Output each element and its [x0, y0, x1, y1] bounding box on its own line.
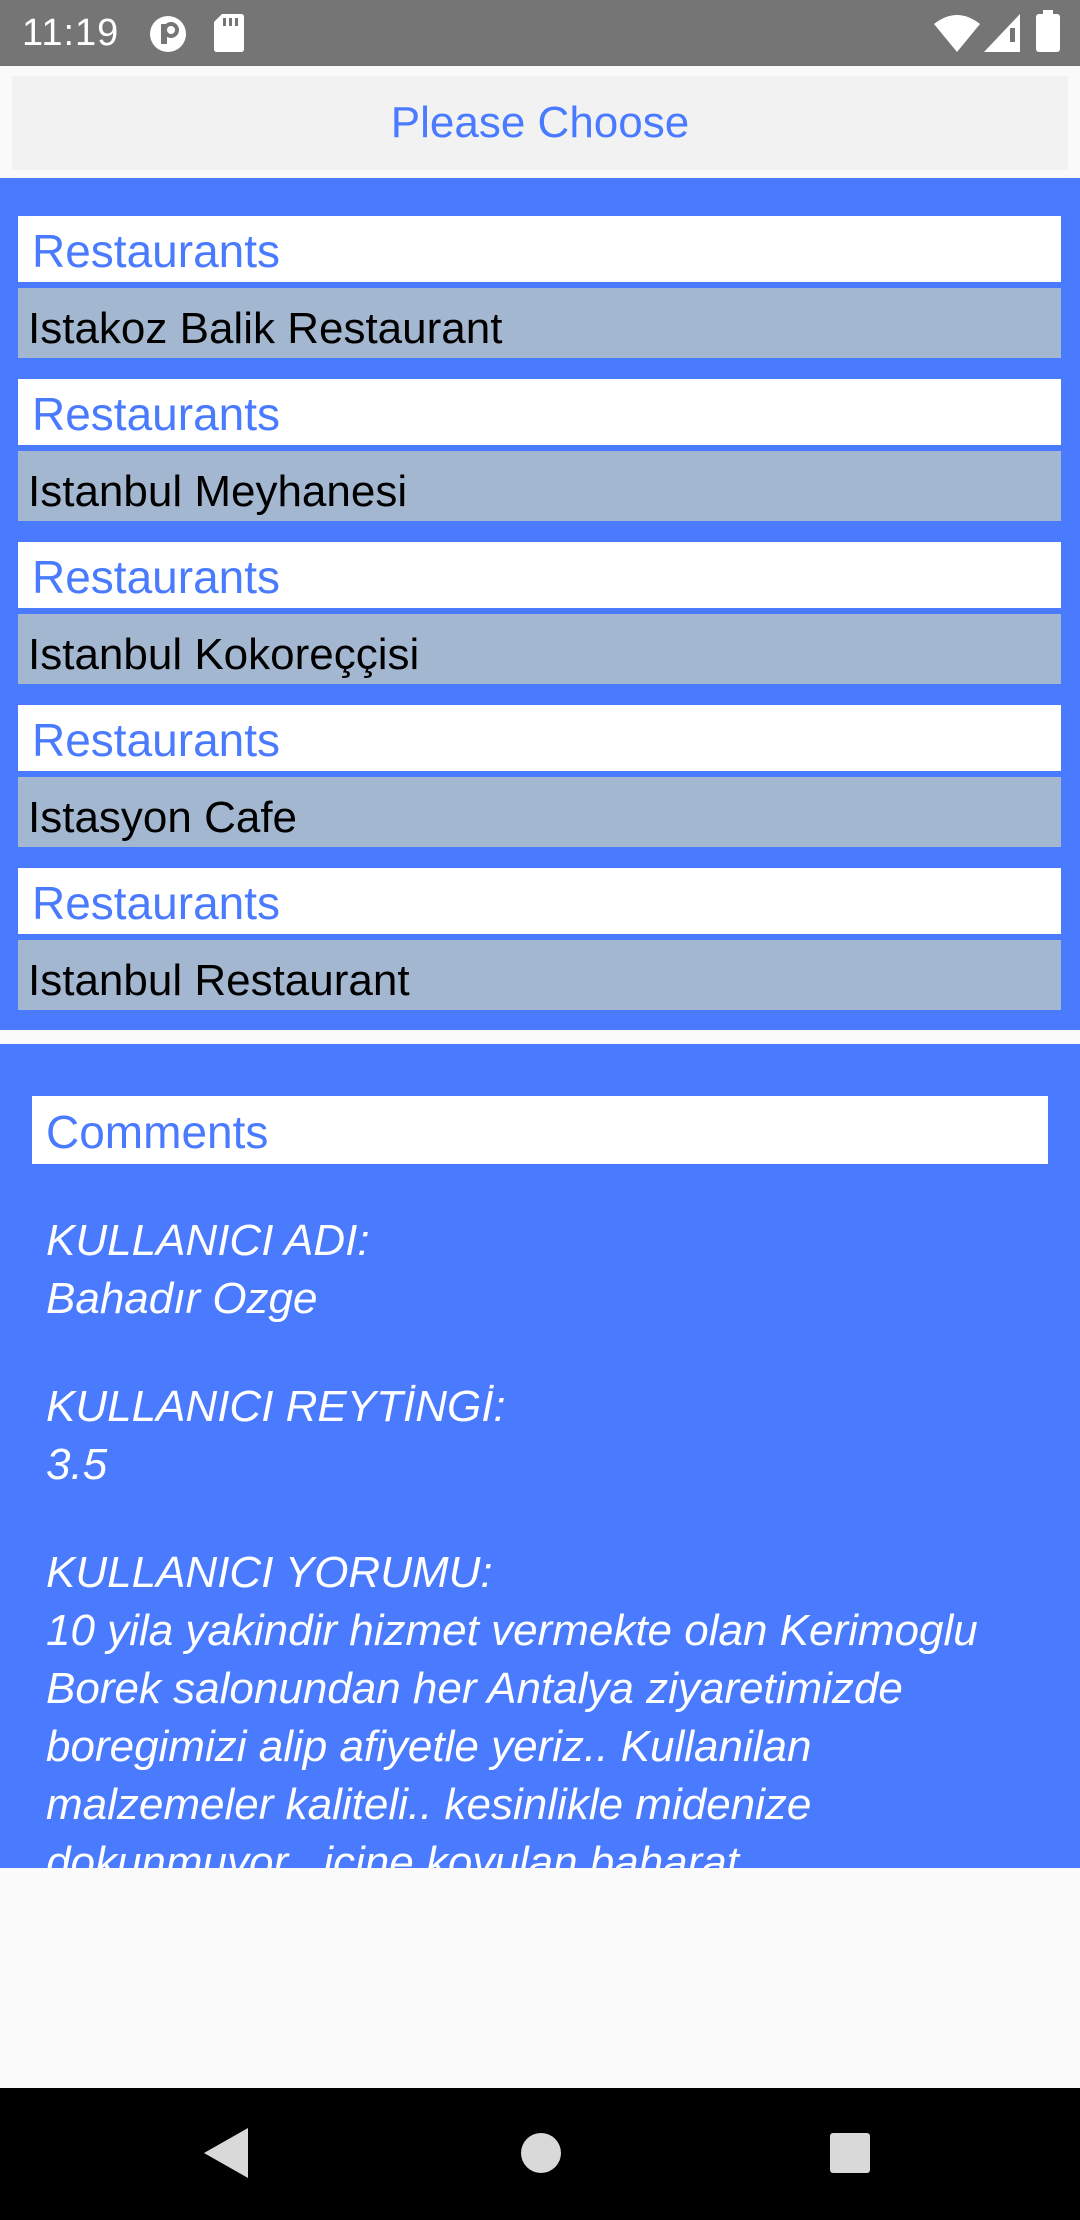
status-bar: 11:19 — [0, 0, 1080, 66]
item-category-label: Restaurants — [18, 379, 1061, 445]
comment-label: KULLANICI YORUMU: — [46, 1548, 493, 1597]
rating-value: 3.5 — [46, 1440, 108, 1489]
back-icon[interactable] — [204, 2128, 248, 2178]
comment-body: KULLANICI ADI: Bahadır Ozge KULLANICI RE… — [46, 1212, 1046, 1868]
restaurant-name[interactable]: Istakoz Balik Restaurant — [18, 288, 1061, 358]
rating-label: KULLANICI REYTİNGİ: — [46, 1382, 506, 1431]
item-category-label: Restaurants — [18, 868, 1061, 934]
item-category-label: Restaurants — [18, 216, 1061, 282]
page-title: Please Choose — [390, 98, 690, 147]
home-icon[interactable] — [520, 2132, 562, 2174]
recents-icon[interactable] — [830, 2133, 870, 2173]
comments-heading: Comments — [32, 1096, 1048, 1164]
item-category-label: Restaurants — [18, 542, 1061, 608]
header: Please Choose — [12, 76, 1068, 170]
comment-block: KULLANICI YORUMU: 10 yila yakindir hizme… — [46, 1544, 1046, 1868]
wifi-icon — [934, 15, 980, 52]
comments-panel[interactable]: Comments KULLANICI ADI: Bahadır Ozge KUL… — [0, 1044, 1080, 1868]
signal-icon — [984, 14, 1020, 52]
battery-icon — [1036, 10, 1060, 52]
sd-card-icon — [214, 14, 244, 52]
comment-text: 10 yila yakindir hizmet vermekte olan Ke… — [46, 1606, 978, 1868]
divider — [0, 1030, 1080, 1044]
rating-block: KULLANICI REYTİNGİ: 3.5 — [46, 1378, 1046, 1494]
restaurant-name[interactable]: Istanbul Restaurant — [18, 940, 1061, 1010]
restaurant-name[interactable]: Istasyon Cafe — [18, 777, 1061, 847]
item-category-label: Restaurants — [18, 705, 1061, 771]
status-time: 11:19 — [22, 12, 120, 54]
user-name-block: KULLANICI ADI: Bahadır Ozge — [46, 1212, 1046, 1328]
restaurant-name[interactable]: Istanbul Kokoreççisi — [18, 614, 1061, 684]
user-name-label: KULLANICI ADI: — [46, 1216, 370, 1265]
user-name: Bahadır Ozge — [46, 1274, 318, 1323]
restaurant-name[interactable]: Istanbul Meyhanesi — [18, 451, 1061, 521]
restaurant-list[interactable]: Restaurants Istakoz Balik Restaurant Res… — [0, 178, 1080, 1030]
navigation-bar — [0, 2088, 1080, 2220]
app-notification-icon — [150, 16, 186, 52]
